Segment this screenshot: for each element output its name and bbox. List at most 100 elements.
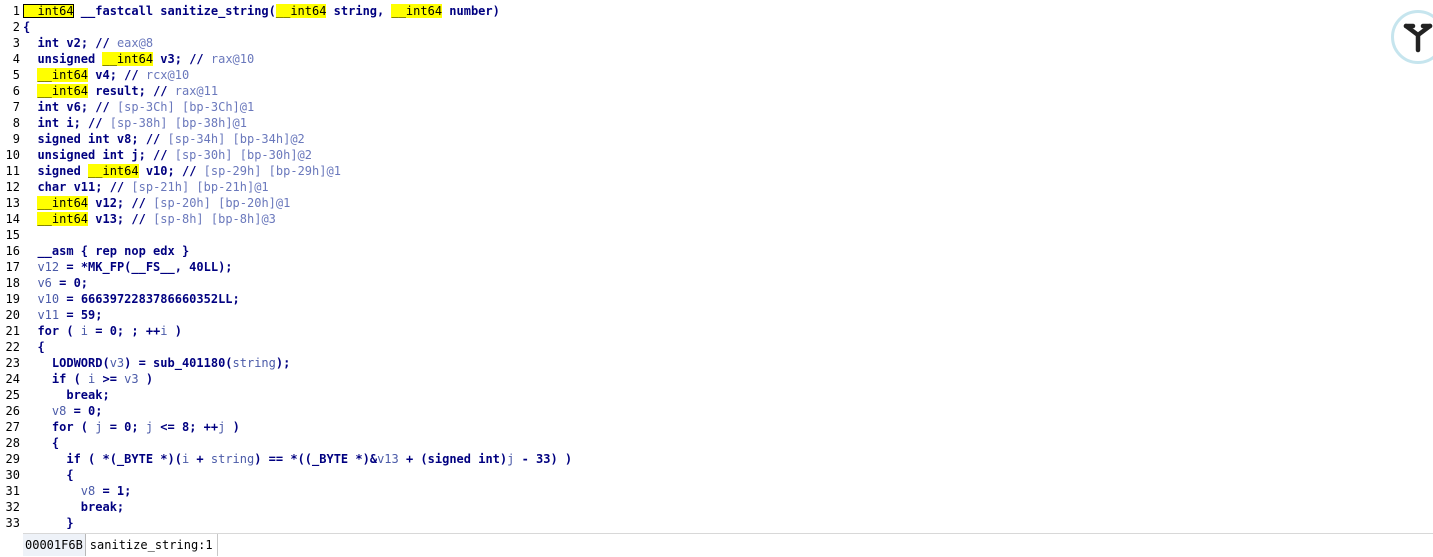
highlighted-type-token[interactable]: __int64 — [102, 52, 154, 66]
code-token[interactable]: __asm { rep nop edx } — [23, 244, 189, 258]
code-token[interactable]: // — [95, 36, 117, 50]
highlighted-type-token[interactable]: __int64 — [37, 84, 89, 98]
code-token[interactable]: // — [110, 180, 132, 194]
code-line[interactable]: v6 = 0; — [23, 275, 1433, 291]
code-token[interactable] — [23, 484, 81, 498]
code-token[interactable]: // — [153, 148, 175, 162]
code-line[interactable]: __int64 result; // rax@11 — [23, 83, 1433, 99]
comment-token[interactable]: rax@10 — [211, 52, 254, 66]
code-token[interactable]: string — [233, 356, 276, 370]
code-line[interactable]: v12 = *MK_FP(__FS__, 40LL); — [23, 259, 1433, 275]
code-token[interactable]: ) = sub_401180( — [124, 356, 232, 370]
comment-token[interactable]: rcx@10 — [146, 68, 189, 82]
code-line[interactable]: } — [23, 515, 1433, 531]
comment-token[interactable]: [sp-8h] [bp-8h]@3 — [153, 212, 276, 226]
code-token[interactable] — [23, 308, 37, 322]
code-token[interactable]: number) — [442, 4, 500, 18]
code-token[interactable]: for ( — [23, 420, 95, 434]
highlighted-type-token[interactable]: __int64 — [37, 68, 89, 82]
comment-token[interactable]: [sp-30h] [bp-30h]@2 — [175, 148, 312, 162]
code-token[interactable]: - 33) ) — [514, 452, 573, 466]
highlighted-type-token[interactable]: __int64 — [37, 212, 89, 226]
code-token[interactable]: { — [23, 436, 59, 450]
code-area[interactable]: __int64 __fastcall sanitize_string(__int… — [23, 3, 1433, 531]
code-token[interactable] — [23, 100, 37, 114]
comment-token[interactable]: [sp-3Ch] [bp-3Ch]@1 — [117, 100, 254, 114]
code-token[interactable]: signed int v8; — [23, 132, 146, 146]
code-line[interactable]: signed __int64 v10; // [sp-29h] [bp-29h]… — [23, 163, 1433, 179]
code-line[interactable]: LODWORD(v3) = sub_401180(string); — [23, 355, 1433, 371]
code-token[interactable]: int — [37, 100, 59, 114]
code-line[interactable]: __asm { rep nop edx } — [23, 243, 1433, 259]
code-token[interactable]: break; — [23, 500, 124, 514]
code-token[interactable]: { — [23, 468, 73, 482]
code-token[interactable]: v3 — [124, 372, 138, 386]
code-token[interactable] — [23, 116, 37, 130]
code-token[interactable]: v11 — [37, 308, 59, 322]
code-token[interactable]: // — [182, 164, 204, 178]
code-token[interactable]: = 6663972283786660352LL; — [59, 292, 239, 306]
code-token[interactable]: v2; — [59, 36, 95, 50]
code-token[interactable]: >= — [95, 372, 124, 386]
code-token[interactable]: if ( *(_BYTE *)( — [23, 452, 182, 466]
code-line[interactable]: for ( j = 0; j <= 8; ++j ) — [23, 419, 1433, 435]
code-token[interactable]: = 0; — [102, 420, 145, 434]
highlighted-type-token[interactable]: __int64 — [37, 196, 89, 210]
code-token[interactable]: { — [23, 20, 30, 34]
code-token[interactable]: // — [146, 132, 168, 146]
highlighted-type-token[interactable]: __int64 — [391, 4, 443, 18]
code-token[interactable]: ) — [168, 324, 182, 338]
code-line[interactable]: for ( i = 0; ; ++i ) — [23, 323, 1433, 339]
code-line[interactable]: char v11; // [sp-21h] [bp-21h]@1 — [23, 179, 1433, 195]
code-token[interactable]: i; — [59, 116, 88, 130]
code-token[interactable]: unsigned — [23, 52, 102, 66]
code-line[interactable]: int v2; // eax@8 — [23, 35, 1433, 51]
code-token[interactable]: // — [88, 116, 110, 130]
code-token[interactable]: unsigned int j; — [23, 148, 153, 162]
code-token[interactable]: v3; — [153, 52, 189, 66]
code-line[interactable]: v8 = 1; — [23, 483, 1433, 499]
code-token[interactable]: v12; — [88, 196, 131, 210]
code-token[interactable]: v10; — [139, 164, 182, 178]
comment-token[interactable]: [sp-38h] [bp-38h]@1 — [110, 116, 247, 130]
code-line[interactable]: { — [23, 435, 1433, 451]
code-token[interactable]: v3 — [110, 356, 124, 370]
code-token[interactable]: string, — [326, 4, 391, 18]
code-token[interactable]: } — [23, 516, 73, 530]
code-token[interactable] — [23, 276, 37, 290]
code-line[interactable]: unsigned __int64 v3; // rax@10 — [23, 51, 1433, 67]
code-line[interactable]: if ( i >= v3 ) — [23, 371, 1433, 387]
code-token[interactable]: v13; — [88, 212, 131, 226]
code-token[interactable]: i — [160, 324, 167, 338]
code-token[interactable]: // — [153, 84, 175, 98]
code-line[interactable]: __int64 v12; // [sp-20h] [bp-20h]@1 — [23, 195, 1433, 211]
pseudocode-view[interactable]: 1 2 3 4 5 6 7 8 9 10 11 12 13 14 15 16 17 18 19 20 21 22 23 24 2… — [0, 0, 1433, 533]
code-token[interactable] — [23, 68, 37, 82]
code-token[interactable]: // — [124, 68, 146, 82]
comment-token[interactable]: [sp-34h] [bp-34h]@2 — [168, 132, 305, 146]
code-token[interactable]: = 1; — [95, 484, 131, 498]
code-line[interactable]: unsigned int j; // [sp-30h] [bp-30h]@2 — [23, 147, 1433, 163]
code-token[interactable]: = 59; — [59, 308, 102, 322]
code-token[interactable]: j — [146, 420, 153, 434]
code-token[interactable]: + — [189, 452, 211, 466]
code-token[interactable] — [23, 404, 52, 418]
code-line[interactable]: { — [23, 467, 1433, 483]
code-line[interactable]: if ( *(_BYTE *)(i + string) == *((_BYTE … — [23, 451, 1433, 467]
code-line[interactable]: v11 = 59; — [23, 307, 1433, 323]
code-line[interactable]: break; — [23, 387, 1433, 403]
code-token[interactable]: for ( — [23, 324, 81, 338]
code-token[interactable]: v4; — [88, 68, 124, 82]
code-token[interactable]: signed — [23, 164, 88, 178]
code-token[interactable]: = 0; ; ++ — [88, 324, 160, 338]
code-token[interactable]: + (signed int) — [399, 452, 507, 466]
code-token[interactable]: v12 — [37, 260, 59, 274]
code-token[interactable] — [23, 196, 37, 210]
code-token[interactable]: break; — [23, 388, 109, 402]
code-line[interactable]: { — [23, 339, 1433, 355]
code-token[interactable]: v8 — [52, 404, 66, 418]
code-token[interactable]: int — [37, 36, 59, 50]
code-token[interactable]: char v11; — [23, 180, 110, 194]
code-token[interactable]: v8 — [81, 484, 95, 498]
code-line[interactable]: v10 = 6663972283786660352LL; — [23, 291, 1433, 307]
